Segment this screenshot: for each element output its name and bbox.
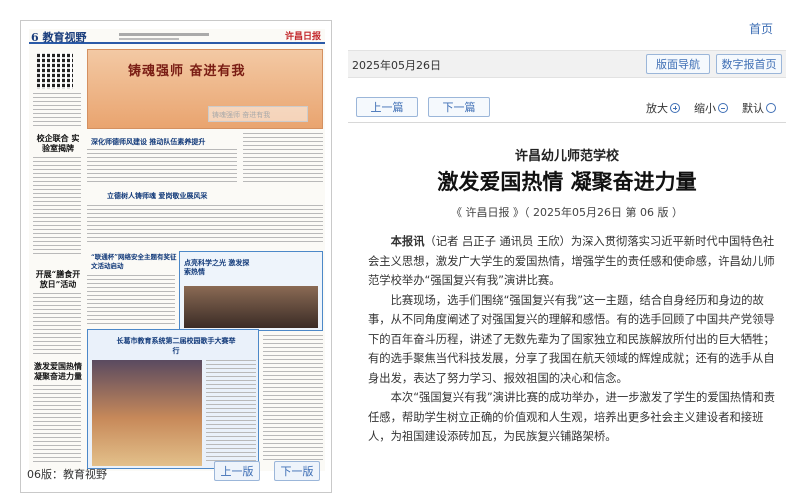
article-body: 本报讯（记者 吕正子 通讯员 王欣）为深入贯彻落实习近平新时代中国特色社会主义思… xyxy=(368,232,778,447)
story-5: 点亮科学之光 激发探索热情 xyxy=(184,258,250,276)
zoom-default-control[interactable]: 默认 xyxy=(742,100,776,116)
story-box-science[interactable]: 点亮科学之光 激发探索热情 xyxy=(179,251,323,331)
article-paragraph-1: 本报讯（记者 吕正子 通讯员 王欣）为深入贯彻落实习近平新时代中国特色社会主义思… xyxy=(368,232,778,291)
article-source: 《 许昌日报 》（ 2025年05月26日 第 06 版 ） xyxy=(451,206,683,219)
story-box-singer[interactable]: 长葛市教育系统第二届校园歌手大赛举行 xyxy=(87,329,259,469)
side-story-1[interactable]: 校企联合 实验室揭牌 xyxy=(33,133,83,153)
divider xyxy=(348,122,786,123)
story-4: 长葛市教育系统第二届校园歌手大赛举行 xyxy=(116,336,236,355)
next-article-button[interactable]: 下一篇 xyxy=(428,97,490,117)
page-number: 6 xyxy=(31,31,39,44)
singer-photo xyxy=(92,360,202,466)
date-bar: 2025年05月26日 版面导航 数字报首页 xyxy=(348,50,786,78)
article-headline: 激发爱国热情 凝聚奋进力量 xyxy=(437,170,697,194)
qr-code-icon xyxy=(37,53,73,89)
home-link[interactable]: 首页 xyxy=(749,20,773,37)
prev-page-button[interactable]: 上一版 xyxy=(214,461,260,481)
lead-text: （记者 吕正子 通讯员 王欣）为深入贯彻落实习近平新时代中国特色社会主义思想，激… xyxy=(368,235,775,287)
zoom-out-icon xyxy=(718,103,728,113)
banner-title: 铸魂强师 奋进有我 xyxy=(128,64,246,79)
article-paragraph-2: 比赛现场，选手们围绕“强国复兴有我”这一主题，结合自身经历和身边的故事，从不同角… xyxy=(368,293,775,385)
prev-article-button[interactable]: 上一篇 xyxy=(356,97,418,117)
science-photo xyxy=(184,286,318,328)
page-section: 教育视野 xyxy=(42,31,87,44)
zoom-in-label: 放大 xyxy=(646,102,668,115)
story-2[interactable]: 立德树人铸师魂 爱岗敬业展风采 xyxy=(107,191,207,201)
story-1[interactable]: 深化师德师风建设 推动队伍素养提升 xyxy=(91,137,205,147)
newspaper-logo: 许昌日报 xyxy=(284,32,321,42)
side-story-2[interactable]: 开展“膳食开放日”活动 xyxy=(33,269,83,289)
zoom-out-control[interactable]: 缩小 xyxy=(694,100,728,116)
zoom-default-icon xyxy=(766,103,776,113)
watermark: 铸魂强师 奋进有我 xyxy=(208,106,308,122)
zoom-out-label: 缩小 xyxy=(694,102,716,115)
lead-label: 本报讯 xyxy=(390,235,425,248)
issue-date: 2025年05月26日 xyxy=(352,59,441,72)
side-story-3[interactable]: 激发爱国热情 凝聚奋进力量 xyxy=(33,361,83,381)
page-masthead: 6 教育视野 许昌日报 xyxy=(29,29,325,44)
layout-nav-button[interactable]: 版面导航 xyxy=(646,54,710,74)
article-subhead: 许昌幼儿师范学校 xyxy=(514,149,619,164)
next-page-button[interactable]: 下一版 xyxy=(274,461,320,481)
newspaper-page-image[interactable]: 6 教育视野 许昌日报 校企联合 实验室揭牌 开展“膳食开放日”活动 激发爱国热… xyxy=(29,29,325,471)
feature-banner[interactable]: 铸魂强师 奋进有我 铸魂强师 奋进有我 xyxy=(87,49,323,129)
zoom-in-icon xyxy=(670,103,680,113)
page-root: 6 教育视野 许昌日报 校企联合 实验室揭牌 开展“膳食开放日”活动 激发爱国热… xyxy=(0,0,800,503)
digital-home-button[interactable]: 数字报首页 xyxy=(716,54,782,74)
newspaper-page-panel: 6 教育视野 许昌日报 校企联合 实验室揭牌 开展“膳食开放日”活动 激发爱国热… xyxy=(20,20,332,493)
page-caption: 06版：教育视野 xyxy=(27,468,107,481)
article-paragraph-3: 本次“强国复兴有我”演讲比赛的成功举办，进一步激发了学生的爱国热情和责任感，帮助… xyxy=(368,391,776,443)
zoom-in-control[interactable]: 放大 xyxy=(646,100,680,116)
zoom-default-label: 默认 xyxy=(742,102,764,115)
story-3[interactable]: “联通杯”网络安全主题有奖征文活动启动 xyxy=(91,253,177,271)
